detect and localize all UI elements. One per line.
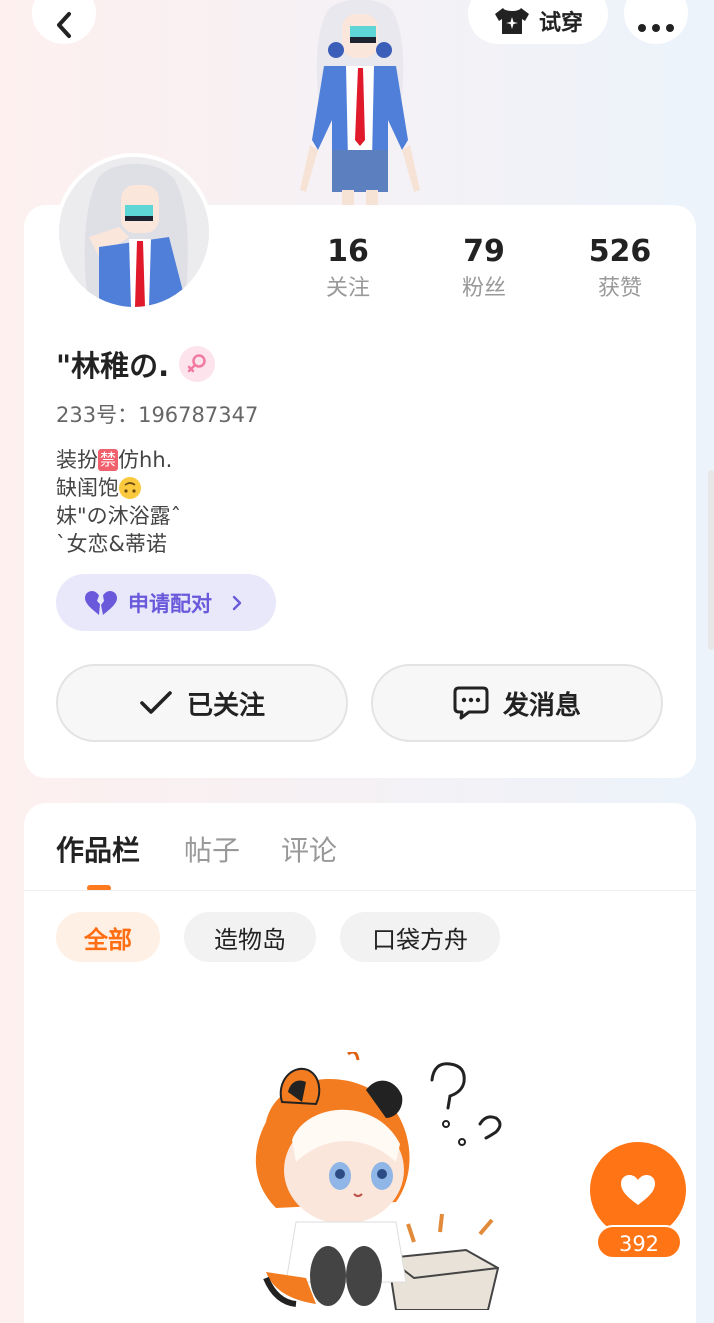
ban-emoji: 禁 bbox=[98, 449, 119, 471]
bio-line-3: 妹"の沐浴露ˆ bbox=[56, 504, 182, 528]
female-icon bbox=[179, 346, 216, 382]
scrollbar[interactable] bbox=[708, 470, 714, 650]
stat-fans[interactable]: 79 粉丝 bbox=[424, 232, 544, 306]
like-count: 392 bbox=[596, 1225, 682, 1259]
empty-state-illustration bbox=[236, 1050, 512, 1311]
send-message-button[interactable]: 发消息 bbox=[371, 664, 663, 742]
likes-received-count: 526 bbox=[588, 234, 652, 269]
chevron-left-icon bbox=[54, 11, 74, 43]
followed-button[interactable]: 已关注 bbox=[56, 664, 348, 742]
upside-down-face-icon bbox=[119, 477, 141, 499]
more-dots-icon bbox=[637, 18, 675, 37]
message-bubble-icon bbox=[453, 686, 489, 720]
following-count: 16 bbox=[327, 234, 369, 269]
user-id: 233号：196787347 bbox=[56, 403, 259, 427]
likes-received-label: 获赞 bbox=[597, 276, 642, 301]
bio-line-1: 装扮 禁仿hh. bbox=[56, 448, 173, 472]
fans-count: 79 bbox=[463, 234, 505, 269]
chevron-right-icon bbox=[232, 595, 242, 610]
tab-works[interactable]: 作品栏 bbox=[56, 829, 140, 869]
bio-line-2: 缺闺饱 bbox=[56, 474, 181, 502]
followed-label: 已关注 bbox=[186, 690, 265, 721]
filter-chip-pocket-ark[interactable]: 口袋方舟 bbox=[340, 912, 500, 962]
try-on-label: 试穿 bbox=[538, 11, 583, 36]
character-avatar-figure[interactable] bbox=[280, 0, 440, 205]
bio-line-4: `女恋&蒂诺 bbox=[56, 532, 167, 556]
filter-chip-creation-island[interactable]: 造物岛 bbox=[184, 912, 316, 962]
shirt-sparkle-icon bbox=[494, 8, 529, 34]
request-pair-button[interactable]: 申请配对 bbox=[56, 574, 276, 631]
tab-posts[interactable]: 帖子 bbox=[184, 829, 240, 869]
tabs-divider bbox=[24, 890, 696, 891]
try-on-button[interactable]: 试穿 bbox=[468, 0, 608, 44]
back-button[interactable] bbox=[32, 0, 96, 44]
avatar[interactable] bbox=[55, 153, 213, 311]
stat-likes[interactable]: 526 获赞 bbox=[560, 232, 680, 306]
stat-following[interactable]: 16 关注 bbox=[288, 232, 408, 306]
request-pair-label: 申请配对 bbox=[128, 591, 212, 616]
more-button[interactable] bbox=[624, 0, 688, 44]
check-icon bbox=[140, 691, 172, 714]
heart-icon bbox=[621, 1175, 655, 1205]
username: "林稚の. bbox=[56, 349, 170, 383]
send-message-label: 发消息 bbox=[502, 690, 581, 721]
split-heart-icon bbox=[85, 590, 117, 615]
username-row: "林稚の. bbox=[56, 343, 216, 385]
like-button[interactable] bbox=[590, 1142, 686, 1238]
tab-comments[interactable]: 评论 bbox=[281, 829, 337, 869]
bio: 装扮 禁仿hh. 缺闺饱 妹"の沐浴露ˆ `女恋&蒂诺 bbox=[56, 446, 181, 558]
filter-chip-all[interactable]: 全部 bbox=[56, 912, 160, 962]
fans-label: 粉丝 bbox=[461, 276, 506, 301]
following-label: 关注 bbox=[325, 276, 370, 301]
